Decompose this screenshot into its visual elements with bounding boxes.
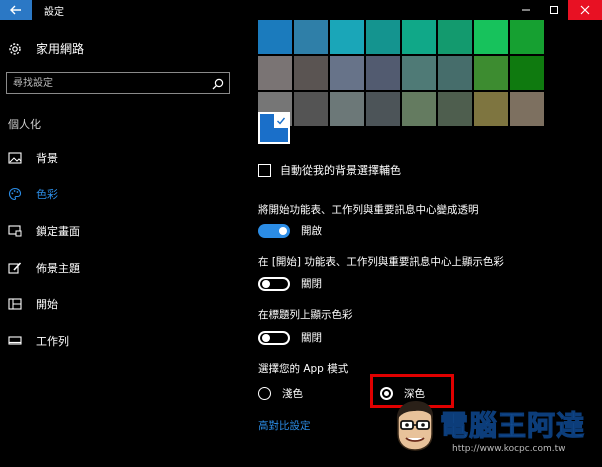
show-start-color-toggle[interactable] [258, 276, 290, 291]
window-title: 設定 [44, 7, 64, 18]
sidebar-item-label: 色彩 [36, 188, 58, 201]
color-swatch[interactable] [474, 92, 508, 126]
sidebar: 家用網路 個人化 背景 色彩 鎖定畫面 佈景主題 開始 [0, 20, 244, 467]
palette-icon [8, 187, 22, 201]
sidebar-item-colors[interactable]: 色彩 [8, 186, 58, 202]
color-swatch[interactable] [402, 20, 436, 54]
color-swatch[interactable] [474, 56, 508, 90]
dark-mode-option[interactable]: 深色 [380, 386, 425, 401]
selected-accent-swatch[interactable] [258, 112, 290, 144]
color-swatch[interactable] [294, 20, 328, 54]
minimize-icon [522, 9, 530, 11]
sidebar-item-taskbar[interactable]: 工作列 [8, 333, 69, 349]
high-contrast-link[interactable]: 高對比設定 [258, 418, 311, 433]
show-start-color-state: 關閉 [301, 278, 322, 290]
toggle-knob [262, 333, 270, 342]
start-tiles-icon [8, 297, 22, 311]
transparency-toggle[interactable] [258, 223, 290, 238]
sidebar-item-label: 鎖定畫面 [36, 225, 80, 238]
gear-icon [8, 42, 22, 56]
light-mode-label: 淺色 [282, 388, 303, 400]
watermark-url: http://www.kocpc.com.tw [452, 444, 566, 454]
minimize-button[interactable] [512, 0, 540, 20]
sidebar-item-label: 開始 [36, 298, 58, 311]
color-swatch[interactable] [402, 56, 436, 90]
color-swatch[interactable] [366, 20, 400, 54]
auto-accent-label: 自動從我的背景選擇輔色 [280, 164, 401, 177]
show-title-color-state: 關閉 [301, 332, 322, 344]
lock-screen-icon [8, 224, 22, 238]
maximize-button[interactable] [540, 0, 568, 20]
show-start-color-label: 在 [開始] 功能表、工作列與重要訊息中心上顯示色彩 [258, 256, 504, 268]
show-start-color-setting: 關閉 [258, 276, 322, 291]
auto-accent-option[interactable]: 自動從我的背景選擇輔色 [258, 162, 401, 178]
transparency-label: 將開始功能表、工作列與重要訊息中心變成透明 [258, 204, 479, 216]
search-icon[interactable] [211, 76, 225, 90]
back-arrow-icon [10, 5, 21, 15]
light-mode-option[interactable]: 淺色 [258, 386, 303, 401]
transparency-state: 開啟 [301, 225, 322, 237]
color-swatch[interactable] [510, 20, 544, 54]
color-swatch[interactable] [330, 56, 364, 90]
search-input[interactable] [13, 75, 203, 91]
color-swatch[interactable] [510, 56, 544, 90]
close-button[interactable] [568, 0, 602, 20]
sidebar-item-home[interactable]: 家用網路 [8, 40, 84, 57]
sidebar-item-label: 佈景主題 [36, 262, 80, 275]
color-swatch[interactable] [258, 20, 292, 54]
color-swatch[interactable] [402, 92, 436, 126]
sidebar-item-label: 工作列 [36, 335, 69, 348]
back-button[interactable] [0, 0, 32, 20]
color-swatch[interactable] [330, 20, 364, 54]
color-swatch[interactable] [330, 92, 364, 126]
color-swatch[interactable] [366, 92, 400, 126]
picture-icon [8, 151, 22, 165]
search-box[interactable] [6, 72, 230, 94]
show-title-color-toggle[interactable] [258, 330, 290, 345]
show-title-color-label: 在標題列上顯示色彩 [258, 309, 353, 321]
sidebar-item-background[interactable]: 背景 [8, 150, 58, 166]
checkmark-icon [274, 114, 288, 128]
sidebar-item-lock-screen[interactable]: 鎖定畫面 [8, 223, 80, 239]
sidebar-item-themes[interactable]: 佈景主題 [8, 260, 80, 276]
toggle-knob [279, 226, 287, 235]
show-title-color-setting: 關閉 [258, 330, 322, 345]
sidebar-item-start[interactable]: 開始 [8, 296, 58, 312]
color-swatch[interactable] [294, 56, 328, 90]
color-swatch[interactable] [438, 92, 472, 126]
app-mode-label: 選擇您的 App 模式 [258, 363, 349, 375]
auto-accent-checkbox[interactable] [258, 163, 271, 177]
color-swatch[interactable] [294, 92, 328, 126]
sidebar-home-label: 家用網路 [36, 42, 85, 56]
light-mode-radio[interactable] [258, 387, 271, 400]
close-icon [580, 5, 590, 15]
dark-mode-radio[interactable] [380, 387, 393, 400]
maximize-icon [550, 6, 558, 14]
color-swatch[interactable] [366, 56, 400, 90]
toggle-knob [262, 279, 270, 288]
accent-color-grid [258, 20, 544, 126]
theme-brush-icon [8, 261, 22, 275]
color-swatch[interactable] [510, 92, 544, 126]
color-swatch[interactable] [474, 20, 508, 54]
transparency-setting: 開啟 [258, 223, 322, 238]
dark-mode-label: 深色 [404, 388, 425, 400]
mascot-face-icon [396, 401, 434, 451]
color-swatch[interactable] [438, 56, 472, 90]
title-bar: 設定 [0, 0, 602, 20]
taskbar-icon [8, 334, 22, 348]
watermark: 電腦王阿達 http://www.kocpc.com.tw [392, 400, 588, 460]
section-label-personalization: 個人化 [8, 118, 41, 131]
color-swatch[interactable] [438, 20, 472, 54]
watermark-title: 電腦王阿達 [439, 409, 586, 443]
sidebar-item-label: 背景 [36, 152, 58, 165]
color-swatch[interactable] [258, 56, 292, 90]
